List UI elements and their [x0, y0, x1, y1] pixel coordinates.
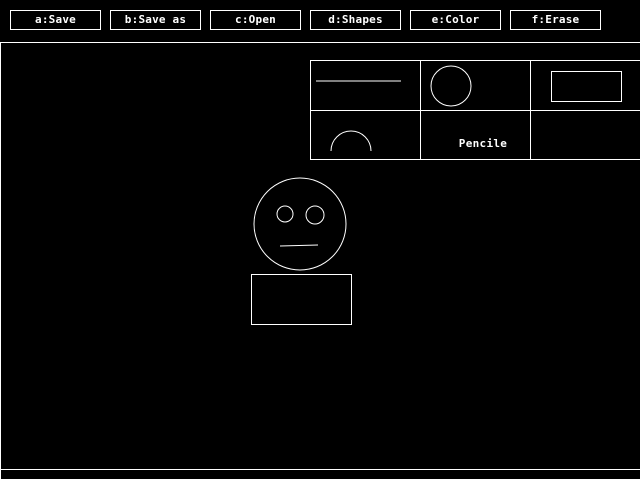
save-button[interactable]: a:Save	[10, 10, 101, 30]
pencil-tool[interactable]: Pencile	[421, 111, 531, 161]
rectangle-icon	[551, 71, 622, 102]
erase-button[interactable]: f:Erase	[510, 10, 601, 30]
shapes-button[interactable]: d:Shapes	[310, 10, 401, 30]
shapes-panel: Pencile	[310, 60, 640, 160]
open-button[interactable]: c:Open	[210, 10, 301, 30]
color-button[interactable]: e:Color	[410, 10, 501, 30]
circle-icon	[430, 65, 472, 107]
line-tool[interactable]	[311, 61, 421, 111]
canvas-bottom-border	[1, 469, 640, 470]
empty-tool-slot[interactable]	[531, 111, 640, 161]
circle-tool[interactable]	[421, 61, 531, 111]
save-as-button[interactable]: b:Save as	[110, 10, 201, 30]
rectangle-tool[interactable]	[531, 61, 640, 111]
pencil-tool-label: Pencile	[458, 137, 508, 150]
line-icon	[316, 80, 401, 82]
arc-tool[interactable]	[311, 111, 421, 161]
arc-icon	[330, 130, 372, 152]
